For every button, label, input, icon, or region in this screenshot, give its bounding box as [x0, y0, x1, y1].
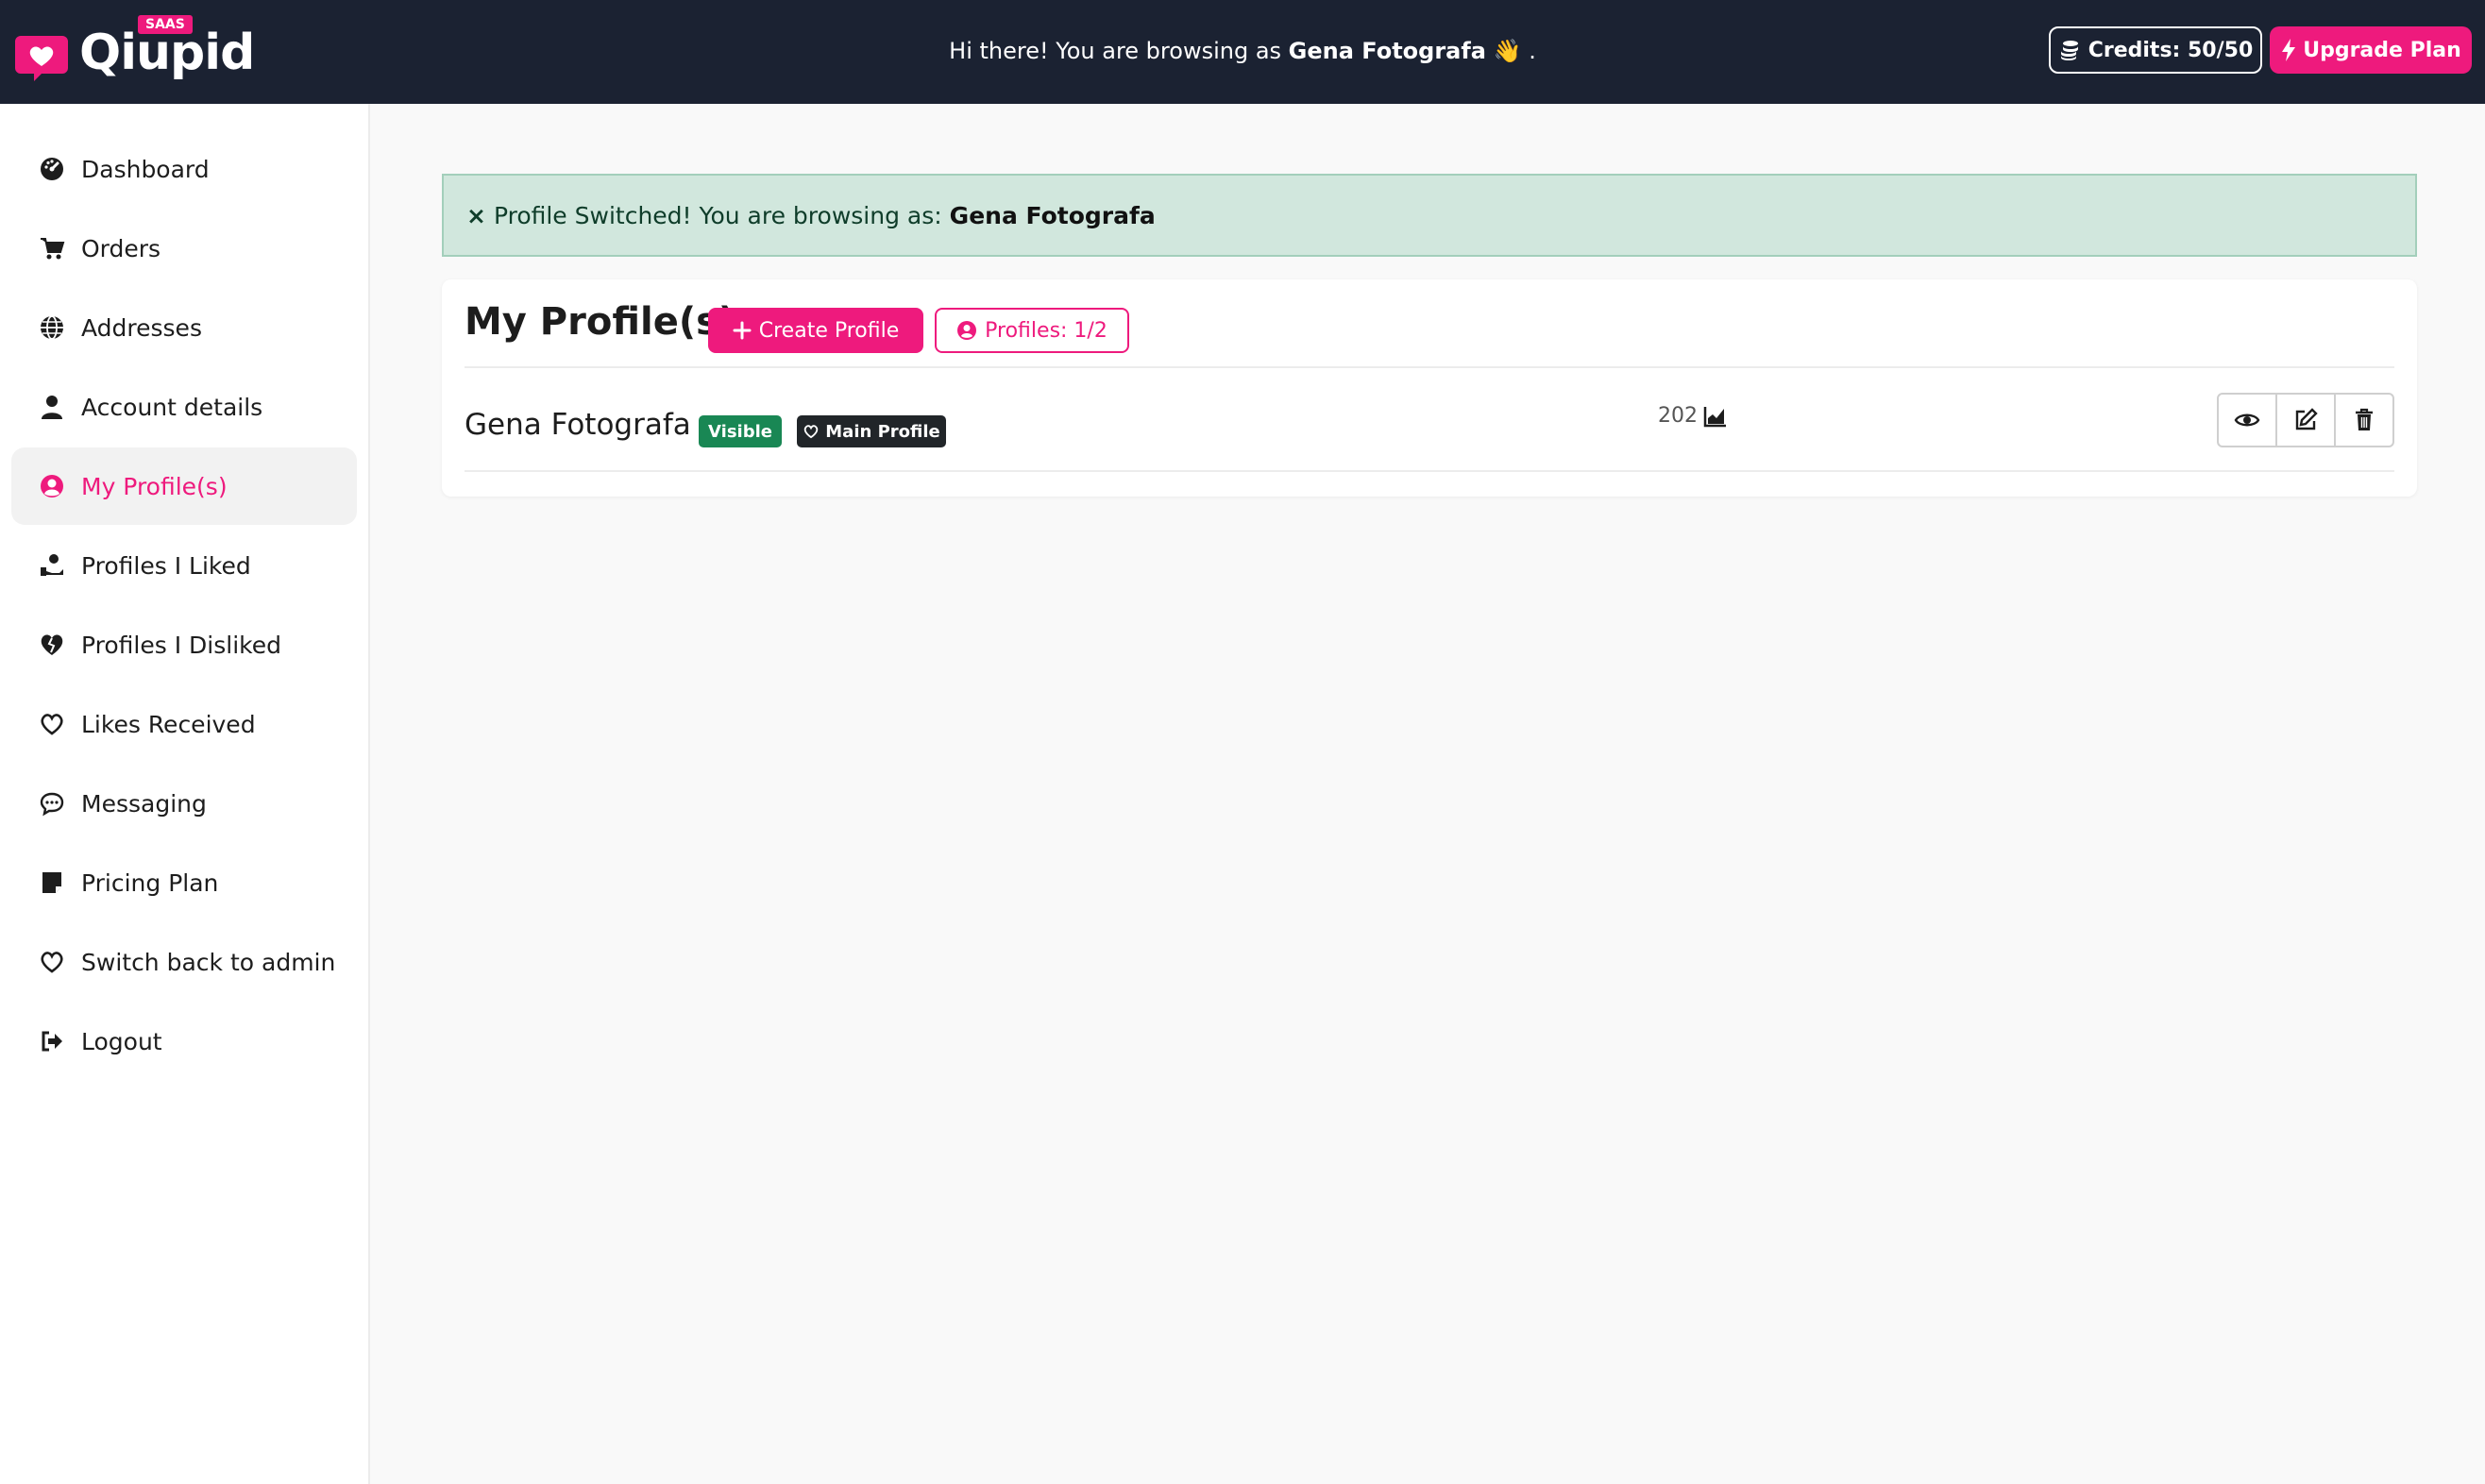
sidebar-item-label: My Profile(s)	[81, 472, 228, 500]
cart-icon	[38, 234, 66, 262]
profiles-count-button[interactable]: Profiles: 1/2	[935, 308, 1129, 353]
edit-icon	[2295, 408, 2318, 430]
saas-badge: SAAS	[138, 15, 193, 34]
trash-icon	[2356, 408, 2373, 430]
sidebar: Dashboard Orders Addresses Account detai…	[0, 104, 370, 1484]
heart-outline-icon	[38, 710, 66, 738]
sidebar-item-label: Orders	[81, 234, 161, 262]
sidebar-item-profiles-liked[interactable]: Profiles I Liked	[11, 527, 357, 604]
logout-icon	[38, 1027, 66, 1055]
sidebar-item-my-profiles[interactable]: My Profile(s)	[11, 447, 357, 525]
sidebar-item-logout[interactable]: Logout	[11, 1003, 357, 1080]
sidebar-item-account-details[interactable]: Account details	[11, 368, 357, 446]
profile-actions	[2217, 393, 2394, 447]
sidebar-item-messaging[interactable]: Messaging	[11, 765, 357, 842]
sidebar-item-likes-received[interactable]: Likes Received	[11, 685, 357, 763]
sidebar-item-label: Pricing Plan	[81, 868, 219, 897]
credits-button[interactable]: Credits: 50/50	[2049, 26, 2262, 74]
chart-area-icon	[1703, 406, 1726, 427]
profiles-card: My Profile(s) Create Profile Profiles: 1…	[442, 279, 2417, 497]
sidebar-item-dashboard[interactable]: Dashboard	[11, 130, 357, 208]
visibility-badge: Visible	[699, 415, 782, 447]
user-circle-icon	[38, 472, 66, 500]
sidebar-item-label: Profiles I Liked	[81, 551, 251, 580]
sidebar-item-orders[interactable]: Orders	[11, 210, 357, 287]
plus-icon	[733, 321, 752, 340]
wave-icon: 👋	[1493, 38, 1522, 64]
top-bar: Qiupid SAAS Hi there! You are browsing a…	[0, 0, 2485, 104]
sidebar-item-addresses[interactable]: Addresses	[11, 289, 357, 366]
alert-message: Profile Switched! You are browsing as:	[493, 201, 942, 229]
sidebar-item-label: Messaging	[81, 789, 207, 818]
heart-outline-icon	[804, 425, 819, 439]
eye-icon	[2234, 413, 2260, 427]
divider	[465, 366, 2394, 368]
greeting-suffix: .	[1529, 38, 1536, 64]
gauge-icon	[38, 155, 66, 183]
create-profile-label: Create Profile	[758, 318, 900, 343]
user-icon	[38, 393, 66, 421]
user-circle-icon	[957, 321, 977, 340]
heart-broken-icon	[38, 631, 66, 659]
sidebar-item-label: Switch back to admin	[81, 948, 336, 976]
divider	[465, 470, 2394, 472]
sidebar-item-switch-admin[interactable]: Switch back to admin	[11, 923, 357, 1001]
profiles-count-label: Profiles: 1/2	[985, 318, 1107, 343]
heart-outline-icon	[38, 948, 66, 976]
sidebar-item-label: Account details	[81, 393, 263, 421]
globe-icon	[38, 313, 66, 342]
sidebar-item-label: Dashboard	[81, 155, 210, 183]
sidebar-item-label: Likes Received	[81, 710, 256, 738]
profile-name[interactable]: Gena Fotografa	[465, 408, 691, 442]
main-profile-badge: Main Profile	[797, 415, 946, 447]
bolt-icon	[2282, 39, 2296, 61]
views-value: 202	[1658, 404, 1698, 428]
sidebar-item-label: Addresses	[81, 313, 202, 342]
sidebar-item-pricing-plan[interactable]: Pricing Plan	[11, 844, 357, 921]
greeting-prefix: Hi there! You are browsing as	[949, 38, 1282, 64]
create-profile-button[interactable]: Create Profile	[708, 308, 923, 353]
sidebar-item-label: Logout	[81, 1027, 162, 1055]
delete-profile-button[interactable]	[2336, 395, 2392, 446]
credits-label: Credits: 50/50	[2088, 38, 2254, 62]
alert-profile-name: Gena Fotografa	[949, 201, 1156, 229]
note-icon	[38, 868, 66, 897]
upgrade-plan-button[interactable]: Upgrade Plan	[2270, 26, 2472, 74]
edit-profile-button[interactable]	[2277, 395, 2336, 446]
views-count: 202	[1658, 404, 1728, 428]
sidebar-item-label: Profiles I Disliked	[81, 631, 281, 659]
sidebar-item-profiles-disliked[interactable]: Profiles I Disliked	[11, 606, 357, 683]
greeting-name: Gena Fotografa	[1288, 38, 1487, 64]
main-profile-label: Main Profile	[825, 421, 940, 442]
upgrade-label: Upgrade Plan	[2303, 38, 2461, 62]
coins-icon	[2060, 41, 2078, 60]
profile-switched-alert: × Profile Switched! You are browsing as:…	[442, 174, 2417, 257]
hand-holding-heart-icon	[38, 551, 66, 580]
alert-close-button[interactable]: ×	[466, 202, 486, 229]
view-profile-button[interactable]	[2219, 395, 2277, 446]
chat-icon	[38, 789, 66, 818]
page-title: My Profile(s)	[465, 300, 736, 344]
